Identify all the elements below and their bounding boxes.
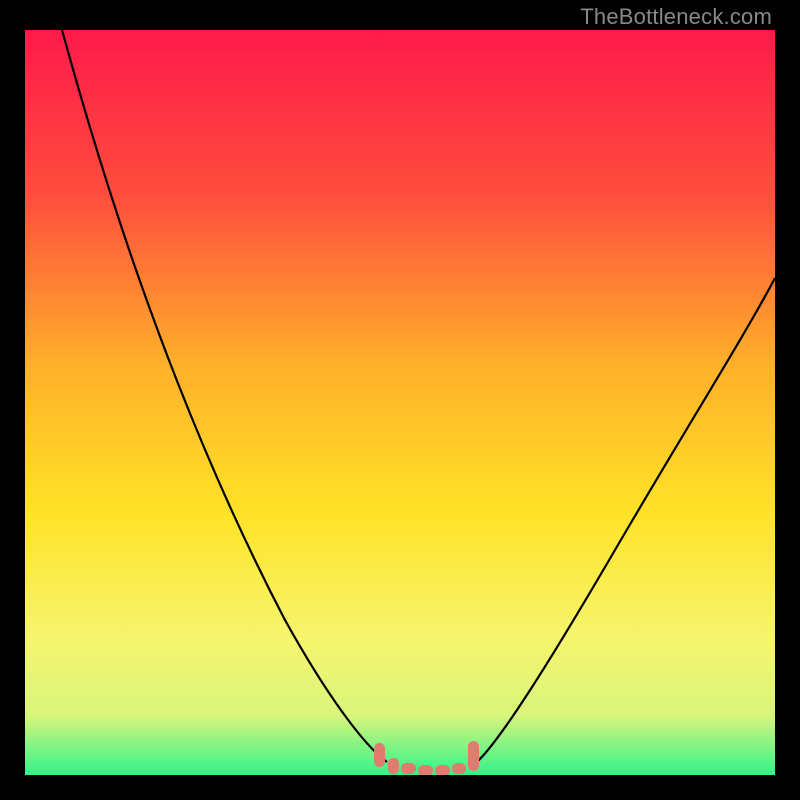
chart-frame: TheBottleneck.com (0, 0, 800, 800)
watermark-text: TheBottleneck.com (580, 4, 772, 30)
bottleneck-chart (25, 30, 775, 775)
gradient-background (25, 30, 775, 775)
